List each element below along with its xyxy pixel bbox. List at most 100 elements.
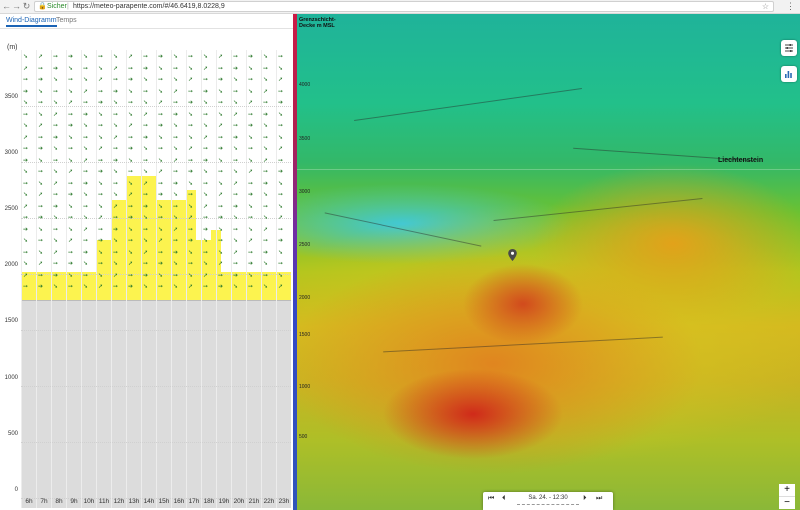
wind-arrow-icon: ➚	[188, 215, 194, 221]
bar-chart-icon[interactable]	[781, 66, 797, 82]
wind-arrow-icon: ➘	[173, 146, 179, 152]
location-pin-icon[interactable]	[508, 249, 517, 261]
wind-arrow-icon: ➙	[143, 123, 149, 129]
wind-arrow-icon: ➙	[98, 88, 104, 95]
wind-arrow-icon: ➚	[278, 215, 284, 221]
wind-arrow-icon: ➘	[83, 123, 89, 129]
wind-arrow-icon: ➘	[158, 203, 164, 210]
wind-arrow-icon: ➚	[38, 261, 44, 267]
legend-altitude: 1500	[299, 332, 311, 338]
wind-arrow-icon: ➙	[68, 111, 74, 118]
wind-arrow-icon: ➘	[263, 215, 269, 221]
wind-arrow-icon: ➘	[248, 157, 254, 164]
wind-arrow-icon: ➙	[23, 146, 29, 152]
wind-arrow-icon: ➔	[233, 272, 239, 279]
wind-arrow-icon: ➘	[263, 284, 269, 290]
wind-arrow-icon: ➙	[83, 100, 89, 106]
hour-label: 12h	[113, 498, 125, 505]
grid-row-line	[21, 442, 291, 443]
wind-arrow-icon: ➘	[203, 169, 209, 175]
wind-arrow-icon: ➚	[68, 169, 74, 175]
wind-arrow-icon: ➙	[173, 272, 179, 279]
wind-arrow-icon: ➙	[173, 134, 179, 141]
skip-to-end-icon[interactable]: ⏭	[596, 495, 602, 503]
browser-menu-icon[interactable]: ⋮	[786, 1, 795, 12]
wind-arrow-icon: ➘	[113, 169, 119, 175]
grid-column-line	[111, 50, 112, 508]
wind-arrow-icon: ➚	[128, 123, 134, 129]
wind-arrow-icon: ➙	[188, 88, 194, 95]
back-button[interactable]: ←	[2, 0, 11, 13]
wind-arrow-icon: ➙	[128, 238, 134, 244]
wind-arrow-icon: ➔	[203, 226, 209, 233]
wind-arrow-icon: ➘	[23, 100, 29, 106]
wind-arrow-icon: ➔	[128, 146, 134, 152]
wind-arrow-icon: ➚	[218, 261, 224, 267]
step-forward-icon[interactable]: ⏵	[583, 495, 587, 503]
wind-arrow-icon: ➘	[263, 261, 269, 267]
settings-sliders-icon[interactable]	[781, 40, 797, 56]
wind-arrow-icon: ➘	[53, 146, 59, 152]
wind-arrow-icon: ➔	[203, 157, 209, 164]
wind-arrow-icon: ➘	[248, 88, 254, 95]
step-back-icon[interactable]: ⏴	[502, 495, 506, 503]
wind-arrow-icon: ➚	[143, 249, 149, 256]
wind-arrow-icon: ➔	[158, 261, 164, 267]
address-bar[interactable]: 🔒 Sicher | https://meteo-parapente.com/#…	[34, 1, 774, 12]
tab-wind-diagram[interactable]: Wind-Diagramm	[6, 17, 57, 27]
wind-arrow-icon: ➙	[158, 77, 164, 83]
boundary-layer-map[interactable]: Grenzschicht-Decke m MSL 4000 3500 3000 …	[293, 14, 800, 510]
wind-arrow-icon: ➔	[218, 215, 224, 221]
wind-arrow-icon: ➙	[233, 192, 239, 198]
zoom-in-button[interactable]: +	[779, 484, 795, 496]
star-icon[interactable]: ☆	[762, 2, 769, 11]
url-text[interactable]: https://meteo-parapente.com/#/46.6419,8.…	[73, 2, 225, 11]
wind-arrow-icon: ➙	[23, 284, 29, 290]
map-border-line	[383, 336, 663, 353]
wind-arrow-icon: ➚	[38, 123, 44, 129]
wind-arrow-icon: ➙	[233, 157, 239, 164]
wind-arrow-icon: ➚	[38, 192, 44, 198]
wind-arrow-icon: ➘	[128, 88, 134, 95]
wind-arrow-icon: ➘	[53, 169, 59, 175]
wind-arrow-icon: ➘	[68, 226, 74, 233]
wind-arrow-icon: ➙	[263, 272, 269, 279]
wind-arrow-icon: ➘	[128, 226, 134, 233]
wind-arrow-icon: ➔	[38, 146, 44, 152]
wind-arrow-icon: ➙	[218, 169, 224, 175]
forward-button[interactable]: →	[12, 0, 21, 13]
wind-arrow-icon: ➘	[278, 180, 284, 187]
wind-arrow-icon: ➚	[98, 215, 104, 221]
wind-arrow-icon: ➙	[53, 88, 59, 95]
skip-to-start-icon[interactable]: ⏮	[488, 495, 494, 503]
time-slider[interactable]	[517, 504, 579, 507]
tab-temps[interactable]: Temps	[56, 17, 77, 24]
wind-arrow-icon: ➚	[113, 65, 119, 72]
wind-arrow-icon: ➔	[233, 65, 239, 72]
wind-arrow-icon: ➚	[203, 65, 209, 72]
wind-arrow-icon: ➔	[263, 249, 269, 256]
wind-arrow-icon: ➘	[218, 111, 224, 118]
wind-arrow-icon: ➘	[113, 192, 119, 198]
wind-arrow-icon: ➘	[143, 77, 149, 83]
wind-arrow-icon: ➘	[83, 146, 89, 152]
wind-arrow-icon: ➙	[248, 284, 254, 290]
wind-arrow-icon: ➙	[53, 123, 59, 129]
wind-arrow-icon: ➔	[128, 284, 134, 290]
zoom-out-button[interactable]: −	[779, 496, 795, 509]
wind-arrow-icon: ➔	[113, 88, 119, 95]
wind-arrow-icon: ➔	[233, 134, 239, 141]
wind-arrow-icon: ➚	[83, 226, 89, 233]
wind-arrow-icon: ➚	[173, 88, 179, 95]
wind-arrow-icon: ➔	[173, 180, 179, 187]
hour-label: 10h	[83, 498, 95, 505]
wind-arrow-icon: ➘	[158, 65, 164, 72]
wind-arrow-icon: ➘	[143, 284, 149, 290]
reload-button[interactable]: ↻	[22, 0, 31, 13]
wind-arrow-icon: ➔	[68, 261, 74, 267]
wind-arrow-icon: ➘	[248, 134, 254, 141]
legend-altitude: 4000	[299, 82, 311, 88]
hour-label: 14h	[143, 498, 155, 505]
legend-color-bar	[293, 14, 297, 510]
wind-arrow-icon: ➔	[248, 54, 254, 60]
